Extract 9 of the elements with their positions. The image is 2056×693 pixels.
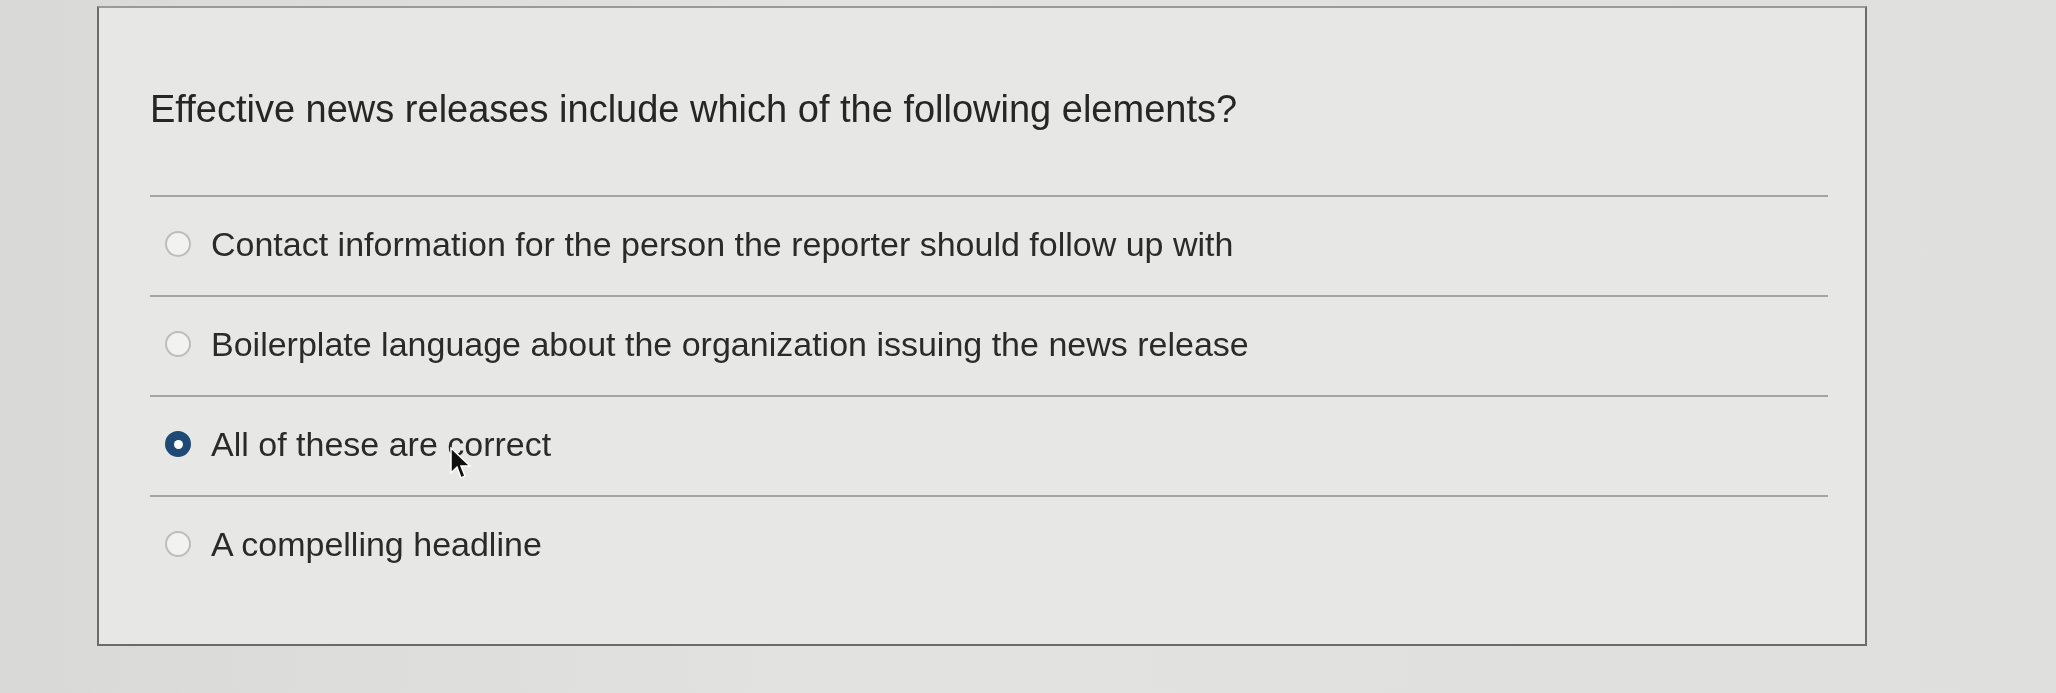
radio-button[interactable] xyxy=(165,231,191,257)
question-text: Effective news releases include which of the following elements? xyxy=(150,87,1239,132)
radio-button[interactable] xyxy=(165,331,191,357)
radio-button[interactable] xyxy=(165,531,191,557)
option-label[interactable]: All of these are correct xyxy=(211,423,552,465)
radio-button[interactable] xyxy=(165,431,191,457)
option-label[interactable]: A compelling headline xyxy=(211,523,542,565)
option-label[interactable]: Contact information for the person the reporter should follow up with xyxy=(211,223,1234,265)
option-label[interactable]: Boilerplate language about the organization issuing the news release xyxy=(211,323,1249,365)
